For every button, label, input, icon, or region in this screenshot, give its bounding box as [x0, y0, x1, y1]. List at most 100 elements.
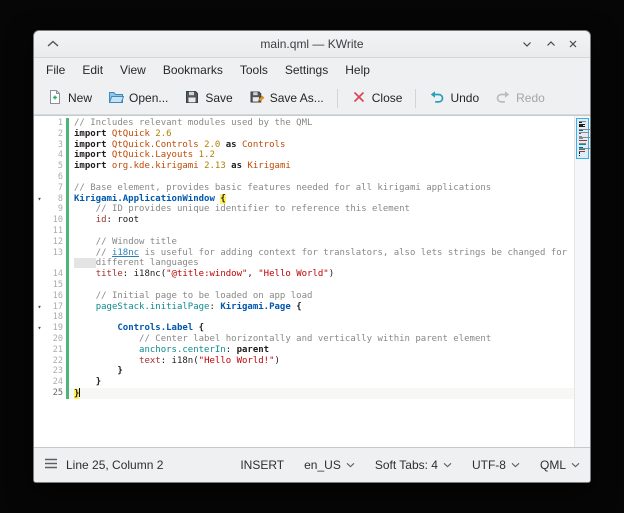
line-number: 18	[45, 312, 66, 323]
edit-redo-icon	[495, 89, 511, 108]
encoding-label: UTF-8	[472, 458, 506, 472]
code-line-text: // Initial page to be loaded on app load	[69, 291, 574, 302]
code-row[interactable]: 25}	[34, 388, 574, 399]
code-row[interactable]: 24 }	[34, 377, 574, 388]
line-number: 3	[45, 140, 66, 151]
code-row[interactable]: 15	[34, 280, 574, 291]
shade-icon[interactable]	[42, 31, 64, 57]
cursor-position[interactable]: Line 25, Column 2	[66, 458, 163, 472]
code-row[interactable]: 3import QtQuick.Controls 2.0 as Controls	[34, 140, 574, 151]
fold-column	[34, 215, 45, 226]
text-cursor	[79, 388, 80, 397]
undo-button[interactable]: Undo	[422, 86, 486, 111]
code-line-text: title: i18nc("@title:window", "Hello Wor…	[69, 269, 574, 280]
syntax-select[interactable]: QML	[540, 458, 580, 472]
input-mode-label: INSERT	[240, 458, 284, 472]
menu-file[interactable]: File	[38, 60, 73, 80]
code-line-text: }	[69, 366, 574, 377]
code-row[interactable]: ▾8Kirigami.ApplicationWindow {	[34, 194, 574, 205]
fold-column	[34, 366, 45, 377]
code-row[interactable]: 12 // Window title	[34, 237, 574, 248]
redo-button[interactable]: Redo	[488, 86, 552, 111]
dictionary-select[interactable]: en_US	[304, 458, 355, 472]
code-row[interactable]: 2import QtQuick 2.6	[34, 129, 574, 140]
code-line-text	[69, 226, 574, 237]
code-line-text	[69, 280, 574, 291]
redo-button-label: Redo	[516, 91, 545, 105]
menu-bookmarks[interactable]: Bookmarks	[155, 60, 231, 80]
menu-tools[interactable]: Tools	[232, 60, 276, 80]
code-row[interactable]: 9 // ID provides unique identifier to re…	[34, 204, 574, 215]
code-row[interactable]: 14 title: i18nc("@title:window", "Hello …	[34, 269, 574, 280]
code-row[interactable]: ▾17 pageStack.initialPage: Kirigami.Page…	[34, 302, 574, 313]
line-number: 6	[45, 172, 66, 183]
scrollbar[interactable]	[574, 116, 590, 447]
code-row[interactable]: 20 // Center label horizontally and vert…	[34, 334, 574, 345]
fold-marker-icon[interactable]: ▾	[34, 194, 45, 205]
line-number: 11	[45, 226, 66, 237]
fold-column	[34, 248, 45, 259]
line-number	[45, 258, 66, 269]
fold-marker-icon[interactable]: ▾	[34, 302, 45, 313]
code-row[interactable]: 4import QtQuick.Layouts 1.2	[34, 150, 574, 161]
fold-column	[34, 377, 45, 388]
window-close-icon[interactable]	[562, 31, 584, 57]
minimap[interactable]	[576, 118, 589, 159]
minimize-icon[interactable]	[516, 31, 538, 57]
statusbar: Line 25, Column 2 INSERT en_US Soft Tabs…	[34, 448, 590, 482]
titlebar[interactable]: main.qml — KWrite	[34, 31, 590, 58]
code-row[interactable]: 10 id: root	[34, 215, 574, 226]
code-line-text: // Includes relevant modules used by the…	[69, 118, 574, 129]
line-number: 1	[45, 118, 66, 129]
menu-settings[interactable]: Settings	[277, 60, 336, 80]
kwrite-window: main.qml — KWrite File Edit View Bookmar…	[33, 30, 591, 483]
menu-view[interactable]: View	[112, 60, 154, 80]
code-row[interactable]: 21 anchors.centerIn: parent	[34, 345, 574, 356]
code-line-text: anchors.centerIn: parent	[69, 345, 574, 356]
fold-column	[34, 312, 45, 323]
code-row[interactable]: 13 // i18nc is useful for adding context…	[34, 248, 574, 259]
fold-column	[34, 183, 45, 194]
line-number: 10	[45, 215, 66, 226]
line-number: 15	[45, 280, 66, 291]
save-as-button[interactable]: Save As...	[242, 86, 331, 111]
code-row[interactable]: 6	[34, 172, 574, 183]
code-row[interactable]: 11	[34, 226, 574, 237]
new-button[interactable]: New	[40, 86, 99, 111]
code-row[interactable]: 16 // Initial page to be loaded on app l…	[34, 291, 574, 302]
code-line-text: pageStack.initialPage: Kirigami.Page {	[69, 302, 574, 313]
code-line-text: import QtQuick 2.6	[69, 129, 574, 140]
maximize-icon[interactable]	[540, 31, 562, 57]
edit-undo-icon	[429, 89, 445, 108]
close-button[interactable]: Close	[344, 86, 410, 111]
encoding-select[interactable]: UTF-8	[472, 458, 520, 472]
code-line-text	[69, 172, 574, 183]
open-button[interactable]: Open...	[101, 86, 175, 111]
fold-column	[34, 388, 45, 399]
chevron-down-icon	[571, 462, 580, 468]
code-row[interactable]: 1// Includes relevant modules used by th…	[34, 118, 574, 129]
line-number: 8	[45, 194, 66, 205]
line-number: 5	[45, 161, 66, 172]
tab-mode-select[interactable]: Soft Tabs: 4	[375, 458, 452, 472]
text-editor[interactable]: 1// Includes relevant modules used by th…	[34, 115, 590, 448]
code-lines[interactable]: 1// Includes relevant modules used by th…	[34, 116, 574, 447]
menu-edit[interactable]: Edit	[74, 60, 111, 80]
code-row[interactable]: 5import org.kde.kirigami 2.13 as Kirigam…	[34, 161, 574, 172]
input-mode[interactable]: INSERT	[240, 458, 284, 472]
line-number: 21	[45, 345, 66, 356]
fold-marker-icon[interactable]: ▾	[34, 323, 45, 334]
code-row[interactable]: 22 text: i18n("Hello World!")	[34, 356, 574, 367]
menu-help[interactable]: Help	[337, 60, 378, 80]
code-row[interactable]: 18	[34, 312, 574, 323]
code-row[interactable]: 23 }	[34, 366, 574, 377]
fold-column	[34, 269, 45, 280]
code-row[interactable]: ▾19 Controls.Label {	[34, 323, 574, 334]
save-button[interactable]: Save	[177, 86, 239, 111]
fold-column	[34, 140, 45, 151]
fold-column	[34, 334, 45, 345]
code-row[interactable]: different languages	[34, 258, 574, 269]
code-row[interactable]: 7// Base element, provides basic feature…	[34, 183, 574, 194]
line-number: 23	[45, 366, 66, 377]
statusbar-menu-icon[interactable]	[44, 458, 58, 472]
